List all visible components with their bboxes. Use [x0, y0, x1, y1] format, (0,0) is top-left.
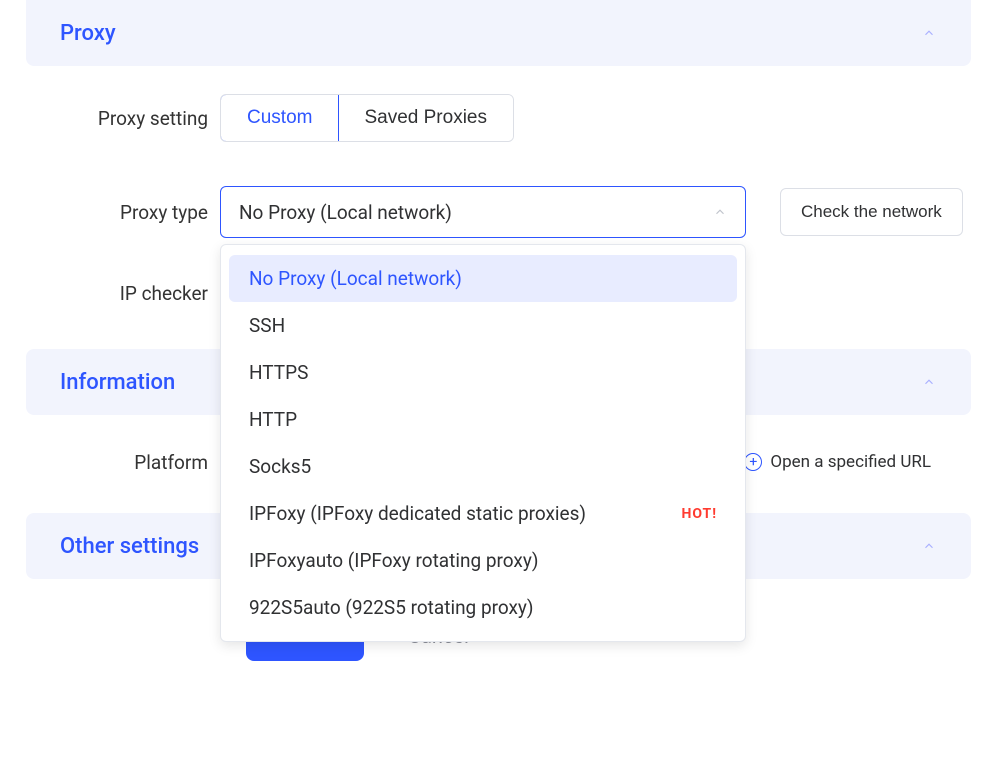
check-network-button[interactable]: Check the network — [780, 188, 963, 236]
dropdown-option-label: HTTPS — [249, 361, 308, 384]
accordion-proxy-header[interactable]: Proxy — [26, 0, 971, 66]
accordion-other-settings-title: Other settings — [60, 534, 199, 559]
open-specified-url-button[interactable]: + Open a specified URL — [744, 452, 931, 472]
chevron-up-icon — [921, 374, 937, 390]
proxy-setting-row: Proxy setting Custom Saved Proxies — [26, 94, 971, 142]
proxy-type-dropdown: No Proxy (Local network) SSH HTTPS HTTP … — [220, 244, 746, 642]
dropdown-option-922s5auto[interactable]: 922S5auto (922S5 rotating proxy) — [229, 584, 737, 631]
dropdown-option-ipfoxyauto[interactable]: IPFoxyauto (IPFoxy rotating proxy) — [229, 537, 737, 584]
dropdown-option-socks5[interactable]: Socks5 — [229, 443, 737, 490]
proxy-setting-tabs: Custom Saved Proxies — [220, 94, 514, 142]
proxy-type-select[interactable]: No Proxy (Local network) — [220, 186, 746, 238]
dropdown-option-no-proxy[interactable]: No Proxy (Local network) — [229, 255, 737, 302]
chevron-up-icon — [921, 25, 937, 41]
tab-custom[interactable]: Custom — [220, 94, 339, 142]
dropdown-option-label: IPFoxy (IPFoxy dedicated static proxies) — [249, 502, 586, 525]
dropdown-option-label: No Proxy (Local network) — [249, 267, 462, 290]
tab-saved-proxies[interactable]: Saved Proxies — [338, 95, 513, 141]
chevron-up-icon — [713, 201, 727, 224]
proxy-type-row: Proxy type No Proxy (Local network) No P… — [26, 186, 971, 238]
dropdown-option-label: IPFoxyauto (IPFoxy rotating proxy) — [249, 549, 538, 572]
dropdown-option-https[interactable]: HTTPS — [229, 349, 737, 396]
proxy-type-label: Proxy type — [52, 201, 220, 224]
accordion-information-title: Information — [60, 370, 175, 395]
dropdown-option-label: HTTP — [249, 408, 297, 431]
proxy-type-selected-value: No Proxy (Local network) — [239, 201, 452, 224]
dropdown-option-label: 922S5auto (922S5 rotating proxy) — [249, 596, 534, 619]
dropdown-option-ssh[interactable]: SSH — [229, 302, 737, 349]
dropdown-option-label: SSH — [249, 314, 285, 337]
ip-checker-label: IP checker — [52, 282, 220, 305]
hot-badge: HOT! — [681, 506, 717, 522]
chevron-up-icon — [921, 538, 937, 554]
dropdown-option-http[interactable]: HTTP — [229, 396, 737, 443]
dropdown-option-label: Socks5 — [249, 455, 311, 478]
platform-label: Platform — [52, 451, 220, 474]
proxy-setting-label: Proxy setting — [52, 107, 220, 130]
open-url-label: Open a specified URL — [770, 452, 931, 472]
plus-circle-icon: + — [744, 453, 762, 471]
accordion-proxy-title: Proxy — [60, 21, 116, 46]
dropdown-option-ipfoxy[interactable]: IPFoxy (IPFoxy dedicated static proxies)… — [229, 490, 737, 537]
